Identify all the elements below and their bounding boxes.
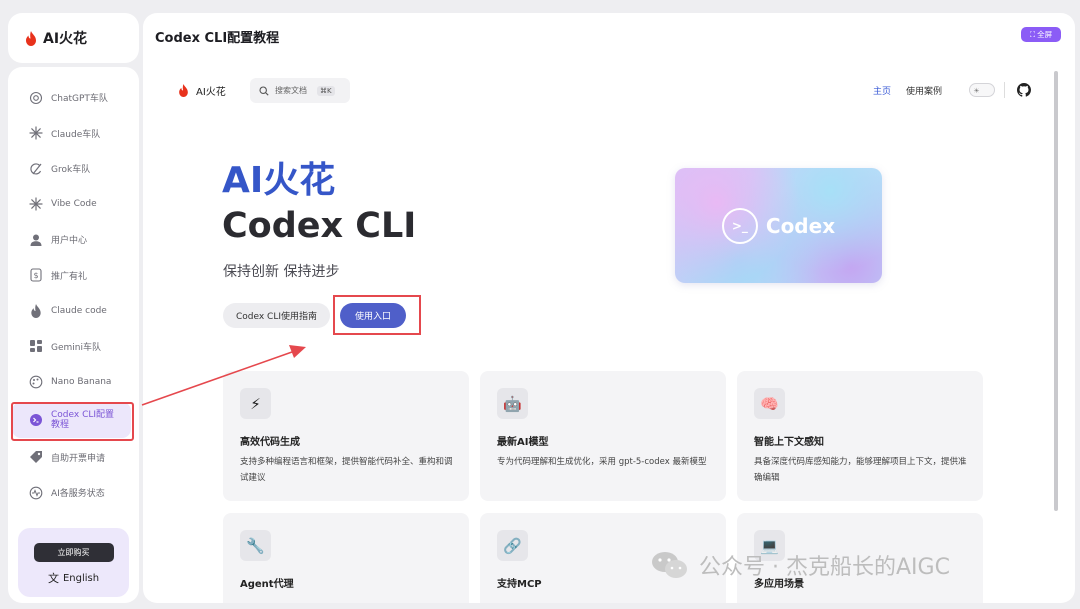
watermark-text: 公众号 · 杰克船长的AIGC [699, 555, 950, 580]
brand-name: AI火花 [43, 31, 88, 47]
feature-card: ⚡ 高效代码生成 支持多种编程语言和框架，提供智能代码补全、重构和调试建议 [223, 371, 469, 501]
sidebar-item-label: 推广有礼 [51, 271, 88, 282]
sidebar-item-label: Gemini车队 [51, 342, 101, 353]
feature-desc: 支持多种编程语言和框架，提供智能代码补全、重构和调试建议 [240, 457, 453, 483]
sidebar-item-invoice[interactable]: 自助开票申请 [8, 440, 139, 476]
sidebar-item-codex-cli[interactable]: Codex CLI配置教程 [12, 401, 131, 438]
docs-logo[interactable]: AI火花 [178, 83, 226, 98]
sidebar-item-label: Nano Banana [51, 376, 112, 387]
sidebar-item-label: ChatGPT车队 [51, 94, 108, 105]
feature-title: 高效代码生成 [240, 437, 300, 448]
openai-icon [28, 90, 44, 106]
robot-icon: 🤖 [497, 388, 528, 419]
link-icon: 🔗 [497, 530, 528, 561]
hero-tagline: 保持创新 保持进步 [223, 264, 340, 280]
terminal-icon: >_ [721, 207, 758, 244]
docs-logo-text: AI火花 [196, 87, 226, 98]
lightning-icon: ⚡ [240, 388, 271, 419]
grid-icon [28, 338, 44, 354]
wrench-icon: 🔧 [240, 530, 271, 561]
github-icon[interactable] [1017, 83, 1031, 97]
search-icon [259, 85, 269, 96]
palette-icon [28, 374, 44, 390]
sidebar-item-gemini[interactable]: Gemini车队 [8, 329, 139, 365]
sidebar-item-label: 自助开票申请 [51, 453, 106, 464]
feature-desc: 专为代码理解和生成优化，采用 gpt-5-codex 最新模型 [497, 457, 707, 467]
wechat-icon [652, 552, 687, 578]
hero-title: Codex CLI [222, 206, 417, 246]
dollar-icon: $ [28, 267, 44, 283]
flame-logo-icon [26, 30, 36, 46]
codex-guide-button[interactable]: Codex CLI使用指南 [223, 303, 330, 328]
claude-icon [28, 125, 44, 141]
sidebar-item-service-status[interactable]: AI各服务状态 [8, 475, 139, 511]
sidebar-item-vibe-code[interactable]: Vibe Code [8, 187, 139, 223]
sidebar-item-chatgpt[interactable]: ChatGPT车队 [8, 80, 139, 116]
docs-search-input[interactable]: 搜索文档 ⌘K [250, 78, 350, 103]
nav-cases-link[interactable]: 使用案例 [906, 84, 942, 97]
docs-nav: 主页 使用案例 [873, 84, 942, 97]
feature-title: Agent代理 [240, 579, 294, 590]
search-placeholder: 搜索文档 [275, 86, 307, 95]
feature-desc: 具备深度代码库感知能力，能够理解项目上下文，提供准确编辑 [754, 457, 967, 483]
expand-icon: ⛶ [1029, 29, 1036, 39]
scrollbar[interactable] [1054, 71, 1058, 511]
feature-card: 🤖 最新AI模型 专为代码理解和生成优化，采用 gpt-5-codex 最新模型 [480, 371, 726, 501]
sidebar-item-label: Claude code [51, 305, 107, 316]
flame-icon [28, 303, 44, 319]
sidebar-item-grok[interactable]: Grok车队 [8, 151, 139, 187]
flame-logo-icon [179, 84, 188, 97]
watermark: 公众号 · 杰克船长的AIGC [651, 549, 950, 581]
sidebar-item-nano-banana[interactable]: Nano Banana [8, 364, 139, 400]
hero-brand: AI火花 [222, 160, 336, 201]
feature-card: 🧠 智能上下文感知 具备深度代码库感知能力，能够理解项目上下文，提供准确编辑 [737, 371, 983, 501]
codex-icon [28, 412, 44, 428]
translate-icon: 文 [47, 572, 59, 585]
sidebar-item-claude-code[interactable]: Claude code [8, 293, 139, 329]
svg-text:$: $ [33, 271, 38, 280]
search-shortcut: ⌘K [317, 85, 335, 96]
sidebar-item-label: Vibe Code [51, 199, 97, 210]
fullscreen-button[interactable]: ⛶ 全屏 [1021, 27, 1061, 42]
language-label: English [62, 572, 100, 584]
tag-icon [28, 449, 44, 465]
vibe-icon [28, 196, 44, 212]
sun-icon: ☀ [973, 86, 980, 95]
brand-header[interactable]: AI火花 [8, 13, 139, 63]
sidebar-item-referral[interactable]: $ 推广有礼 [8, 258, 139, 294]
sidebar-item-label: 用户中心 [51, 236, 88, 247]
codex-card-text: Codex [765, 213, 836, 238]
main-panel: Codex CLI配置教程 ⛶ 全屏 AI火花 搜索文档 ⌘K 主页 使用案例 … [143, 13, 1075, 603]
language-switch[interactable]: 文 English [48, 570, 99, 586]
use-entry-button[interactable]: 使用入口 [340, 303, 406, 328]
sidebar-item-label: AI各服务状态 [51, 489, 105, 500]
sidebar: ChatGPT车队 Claude车队 Grok车队 Vibe Code 用户中心… [8, 67, 139, 603]
fullscreen-label: 全屏 [1037, 30, 1053, 39]
nav-home-link[interactable]: 主页 [873, 84, 891, 97]
sidebar-item-label: Grok车队 [51, 165, 91, 176]
pulse-icon [28, 485, 44, 501]
promo-card: 立即购买 文 English [18, 528, 129, 597]
sidebar-item-label: Codex CLI配置教程 [51, 409, 115, 430]
brain-icon: 🧠 [754, 388, 785, 419]
theme-toggle[interactable]: ☀ [969, 83, 995, 97]
user-icon [28, 232, 44, 248]
feature-title: 智能上下文感知 [754, 437, 824, 448]
sidebar-item-user-center[interactable]: 用户中心 [8, 222, 139, 258]
page-title: Codex CLI配置教程 [155, 31, 280, 46]
feature-title: 支持MCP [497, 579, 542, 590]
grok-icon [28, 161, 44, 177]
feature-card: 🔧 Agent代理 [223, 513, 469, 603]
sidebar-item-label: Claude车队 [51, 129, 101, 140]
feature-title: 最新AI模型 [497, 437, 549, 448]
codex-hero-image: >_ Codex [675, 168, 882, 283]
sidebar-item-claude[interactable]: Claude车队 [8, 116, 139, 152]
buy-now-button[interactable]: 立即购买 [33, 543, 114, 562]
divider [1004, 82, 1005, 98]
